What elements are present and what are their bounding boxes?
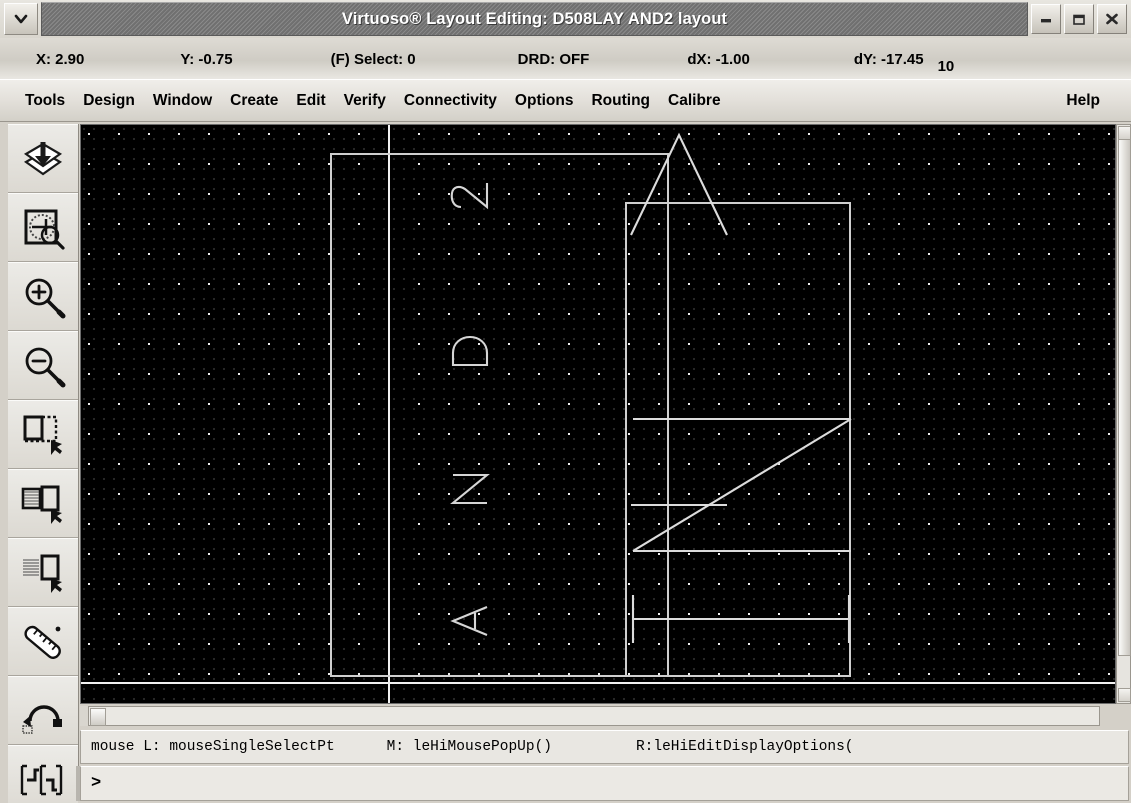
scroll-down-arrow[interactable] bbox=[1118, 688, 1131, 702]
menu-item-tools[interactable]: Tools bbox=[16, 89, 74, 113]
menu-item-design[interactable]: Design bbox=[74, 89, 144, 113]
menu-item-window[interactable]: Window bbox=[144, 89, 221, 113]
command-prompt-symbol: > bbox=[91, 774, 102, 793]
canvas-inner bbox=[81, 125, 1115, 703]
minimize-icon bbox=[1038, 13, 1054, 25]
window-controls bbox=[1031, 4, 1127, 34]
save-layers-icon bbox=[18, 134, 68, 184]
move-tool[interactable] bbox=[8, 538, 78, 607]
menu-item-verify[interactable]: Verify bbox=[335, 89, 395, 113]
layout-canvas[interactable] bbox=[80, 124, 1116, 704]
left-toolbar bbox=[8, 124, 79, 803]
zoom-out-icon bbox=[18, 341, 68, 391]
menu-item-routing[interactable]: Routing bbox=[582, 89, 659, 113]
close-button[interactable] bbox=[1097, 4, 1127, 34]
zoom-fit-tool[interactable] bbox=[8, 193, 78, 262]
copy-icon bbox=[18, 479, 68, 529]
scroll-up-arrow[interactable] bbox=[1118, 126, 1131, 140]
virtuoso-layout-window: Virtuoso® Layout Editing: D508LAY AND2 l… bbox=[0, 0, 1131, 803]
maximize-button[interactable] bbox=[1064, 4, 1094, 34]
title-bar: Virtuoso® Layout Editing: D508LAY AND2 l… bbox=[0, 0, 1131, 38]
undo-icon bbox=[18, 686, 68, 736]
mouse-right-binding: R:leHiEditDisplayOptions( bbox=[635, 739, 854, 755]
status-x-coordinate: X: 2.90 bbox=[36, 51, 85, 68]
canvas-shapes bbox=[81, 125, 1115, 703]
status-drd-state: DRD: OFF bbox=[517, 51, 590, 68]
status-snap-scale: 10 bbox=[937, 58, 955, 75]
title-bar-strip: Virtuoso® Layout Editing: D508LAY AND2 l… bbox=[41, 2, 1028, 36]
menu-item-connectivity[interactable]: Connectivity bbox=[395, 89, 506, 113]
minimize-button[interactable] bbox=[1031, 4, 1061, 34]
close-icon bbox=[1104, 12, 1120, 26]
stretch-icon bbox=[18, 410, 68, 460]
coordinate-status-bar: X: 2.90 Y: -0.75 (F) Select: 0 DRD: OFF … bbox=[0, 38, 1131, 80]
menu-item-help[interactable]: Help bbox=[1057, 89, 1109, 113]
align-icon bbox=[17, 760, 69, 800]
canvas-vertical-scrollbar[interactable] bbox=[1116, 124, 1131, 704]
status-delta-y: dY: -17.45 bbox=[853, 51, 924, 68]
status-delta-x: dX: -1.00 bbox=[687, 51, 750, 68]
zoom-in-icon bbox=[18, 272, 68, 322]
ruler-icon bbox=[18, 617, 68, 667]
scrollbar-corner bbox=[80, 706, 88, 726]
chevron-down-icon bbox=[13, 13, 29, 25]
command-bar[interactable]: > bbox=[80, 766, 1129, 801]
status-select-count: (F) Select: 0 bbox=[330, 51, 416, 68]
status-y-coordinate: Y: -0.75 bbox=[180, 51, 233, 68]
stretch-tool[interactable] bbox=[8, 400, 78, 469]
move-icon bbox=[18, 548, 68, 598]
command-input[interactable] bbox=[107, 771, 1128, 796]
menu-item-create[interactable]: Create bbox=[221, 89, 287, 113]
mouse-left-binding: mouse L: mouseSingleSelectPt bbox=[91, 739, 335, 755]
horizontal-scroll-thumb[interactable] bbox=[90, 708, 106, 726]
canvas-horizontal-scrollbar[interactable] bbox=[88, 706, 1100, 726]
zoom-in-tool[interactable] bbox=[8, 262, 78, 331]
window-menu-button[interactable] bbox=[4, 3, 38, 35]
vertical-scroll-thumb[interactable] bbox=[1118, 139, 1131, 656]
maximize-icon bbox=[1071, 13, 1087, 26]
mouse-binding-bar: mouse L: mouseSingleSelectPt M: leHiMous… bbox=[80, 730, 1129, 764]
copy-tool[interactable] bbox=[8, 469, 78, 538]
window-title: Virtuoso® Layout Editing: D508LAY AND2 l… bbox=[341, 9, 728, 28]
menu-bar: Tools Design Window Create Edit Verify C… bbox=[0, 80, 1131, 122]
mouse-middle-binding: M: leHiMousePopUp() bbox=[386, 739, 552, 755]
undo-tool[interactable] bbox=[8, 676, 78, 745]
menu-item-options[interactable]: Options bbox=[506, 89, 583, 113]
zoom-fit-icon bbox=[18, 203, 68, 253]
ruler-tool[interactable] bbox=[8, 607, 78, 676]
menu-item-edit[interactable]: Edit bbox=[287, 89, 334, 113]
zoom-out-tool[interactable] bbox=[8, 331, 78, 400]
align-tool[interactable] bbox=[8, 745, 78, 803]
menu-item-calibre[interactable]: Calibre bbox=[659, 89, 730, 113]
save-design-tool[interactable] bbox=[8, 124, 78, 193]
